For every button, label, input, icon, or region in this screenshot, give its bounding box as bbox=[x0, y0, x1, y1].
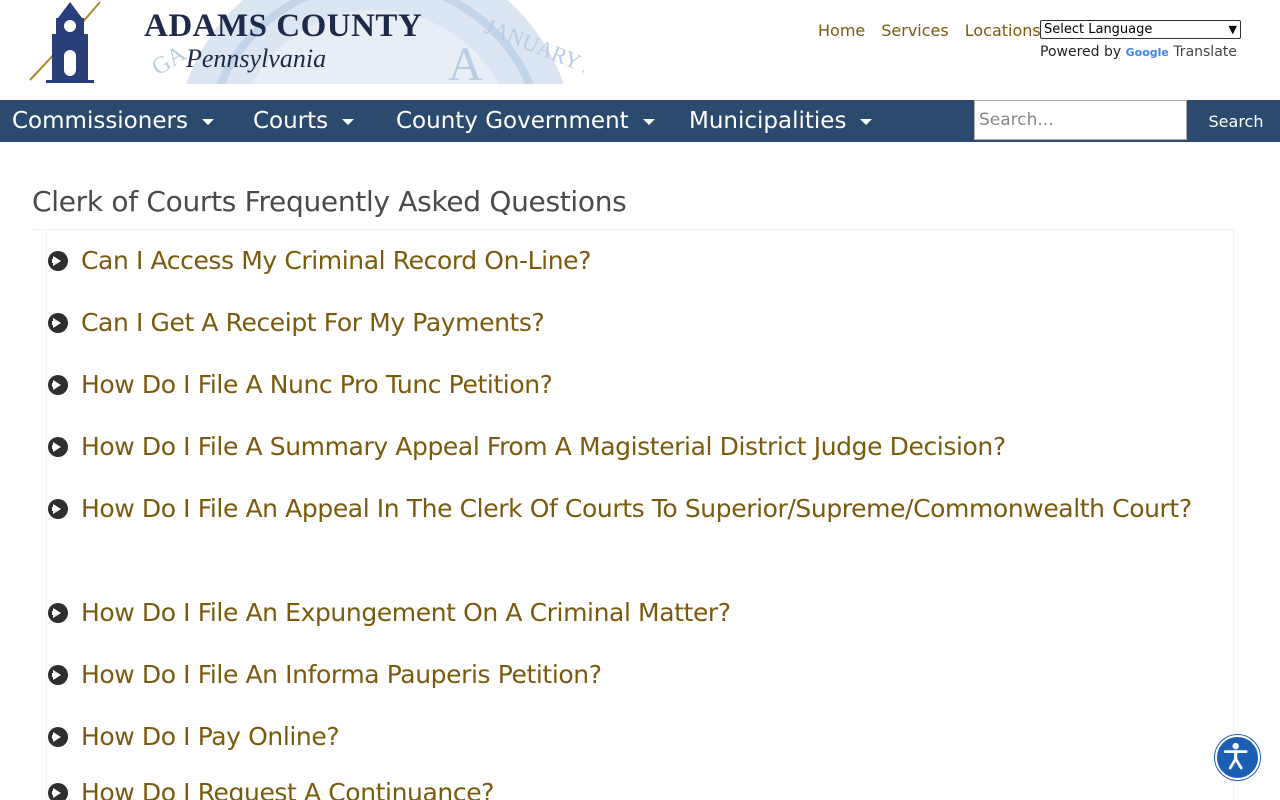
arrow-circle-right-icon bbox=[48, 603, 68, 623]
faq-item[interactable]: How Do I File An Expungement On A Crimin… bbox=[48, 592, 1228, 634]
services-link[interactable]: Services bbox=[881, 20, 948, 42]
arrow-circle-right-icon bbox=[48, 727, 68, 747]
faq-item[interactable]: How Do I Pay Online? bbox=[48, 716, 1228, 758]
arrow-circle-right-icon bbox=[48, 783, 68, 800]
county-logo[interactable]: JANUARY 22 GA A ADAMS COUNTY Pennsylvani… bbox=[28, 0, 584, 84]
caret-down-icon bbox=[860, 119, 873, 125]
faq-link[interactable]: How Do I File An Appeal In The Clerk Of … bbox=[81, 488, 1192, 530]
arrow-circle-right-icon bbox=[48, 665, 68, 685]
locations-link[interactable]: Locations bbox=[965, 20, 1041, 42]
caret-down-icon bbox=[342, 119, 355, 125]
faq-link[interactable]: How Do I File A Summary Appeal From A Ma… bbox=[81, 426, 1006, 468]
language-select[interactable]: Select Language ▼ bbox=[1040, 20, 1241, 39]
arrow-circle-right-icon bbox=[48, 437, 68, 457]
nav-commissioners[interactable]: Commissioners bbox=[12, 100, 214, 142]
search-button[interactable]: Search bbox=[1192, 100, 1280, 142]
logo-title: ADAMS COUNTY bbox=[144, 8, 423, 44]
svg-text:A: A bbox=[448, 38, 483, 84]
caret-down-icon bbox=[201, 119, 214, 125]
language-select-value: Select Language bbox=[1044, 22, 1153, 37]
faq-item[interactable]: How Do I File A Summary Appeal From A Ma… bbox=[48, 426, 1228, 468]
clock-tower-icon bbox=[29, 1, 101, 83]
svg-text:GA: GA bbox=[147, 40, 191, 81]
page-title: Clerk of Courts Frequently Asked Questio… bbox=[32, 185, 627, 218]
faq-item[interactable]: How Do I File An Appeal In The Clerk Of … bbox=[48, 488, 1198, 530]
arrow-circle-right-icon bbox=[48, 499, 68, 519]
faq-item[interactable]: Can I Access My Criminal Record On-Line? bbox=[48, 240, 1228, 282]
faq-link[interactable]: Can I Get A Receipt For My Payments? bbox=[81, 302, 545, 344]
accessibility-icon bbox=[1223, 742, 1248, 770]
google-logo: Google bbox=[1125, 46, 1169, 59]
nav-label: County Government bbox=[396, 108, 629, 134]
top-links: Home Services Locations bbox=[818, 20, 1057, 42]
faq-item[interactable]: Can I Get A Receipt For My Payments? bbox=[48, 302, 1228, 344]
site-header: JANUARY 22 GA A ADAMS COUNTY Pennsylvani… bbox=[0, 0, 1280, 100]
faq-link[interactable]: Can I Access My Criminal Record On-Line? bbox=[81, 240, 591, 282]
nav-courts[interactable]: Courts bbox=[253, 100, 355, 142]
faq-item[interactable]: How Do I Request A Continuance? bbox=[48, 772, 1228, 800]
faq-link[interactable]: How Do I File An Expungement On A Crimin… bbox=[81, 592, 731, 634]
caret-down-icon bbox=[642, 119, 655, 125]
faq-link[interactable]: How Do I File A Nunc Pro Tunc Petition? bbox=[81, 364, 553, 406]
faq-item[interactable]: How Do I File A Nunc Pro Tunc Petition? bbox=[48, 364, 1228, 406]
nav-label: Municipalities bbox=[689, 108, 847, 134]
faq-item[interactable]: How Do I File An Informa Pauperis Petiti… bbox=[48, 654, 1228, 696]
powered-by-label: Powered by bbox=[1040, 44, 1122, 60]
nav-label: Courts bbox=[253, 108, 329, 134]
nav-label: Commissioners bbox=[12, 108, 188, 134]
faq-link[interactable]: How Do I Request A Continuance? bbox=[81, 772, 494, 800]
logo-subtitle: Pennsylvania bbox=[186, 44, 327, 73]
faq-link[interactable]: How Do I Pay Online? bbox=[81, 716, 340, 758]
arrow-circle-right-icon bbox=[48, 251, 68, 271]
nav-county-government[interactable]: County Government bbox=[396, 100, 655, 142]
accessibility-button[interactable] bbox=[1215, 735, 1260, 780]
home-link[interactable]: Home bbox=[818, 20, 865, 42]
faq-link[interactable]: How Do I File An Informa Pauperis Petiti… bbox=[81, 654, 602, 696]
chevron-down-icon: ▼ bbox=[1228, 23, 1237, 36]
search-input[interactable]: Search... bbox=[974, 100, 1187, 140]
nav-municipalities[interactable]: Municipalities bbox=[689, 100, 873, 142]
powered-by-google-translate: Powered by Google Translate bbox=[1040, 44, 1237, 60]
translate-link[interactable]: Translate bbox=[1173, 44, 1237, 60]
arrow-circle-right-icon bbox=[48, 375, 68, 395]
search-placeholder: Search... bbox=[979, 110, 1054, 130]
arrow-circle-right-icon bbox=[48, 313, 68, 333]
